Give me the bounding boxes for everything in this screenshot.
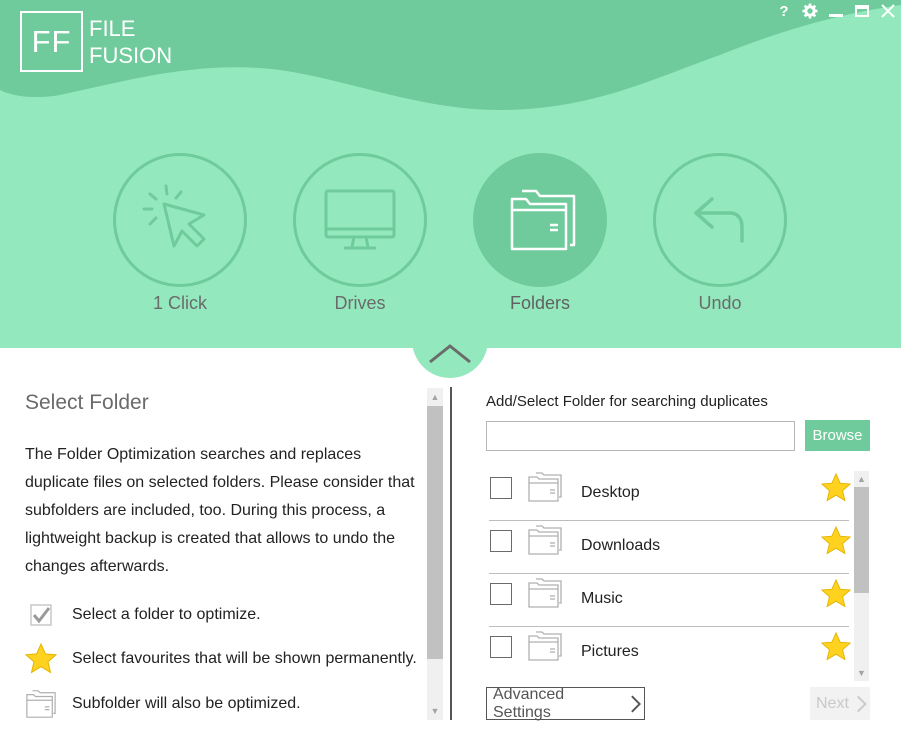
panel-title: Select Folder bbox=[25, 391, 149, 414]
folder-icon bbox=[528, 631, 562, 661]
mode-undo-label: Undo bbox=[698, 293, 742, 313]
mode-folders-label: Folders bbox=[509, 293, 571, 313]
minimize-icon[interactable] bbox=[827, 2, 845, 20]
logo-line-1: FILE bbox=[89, 15, 136, 41]
folder-row-music[interactable]: Music bbox=[489, 574, 851, 627]
folder-name: Downloads bbox=[581, 537, 661, 554]
folder-input-label: Add/Select Folder for searching duplicat… bbox=[486, 393, 768, 410]
panel-divider bbox=[450, 387, 452, 720]
star-icon bbox=[25, 643, 57, 675]
folder-list-scrollbar[interactable]: ▲ ▼ bbox=[854, 471, 869, 681]
next-button[interactable]: Next bbox=[810, 687, 870, 720]
monitor-icon bbox=[324, 189, 396, 250]
window-controls: ? bbox=[775, 2, 897, 20]
logo-mark: FF bbox=[20, 11, 83, 72]
star-icon[interactable] bbox=[821, 632, 851, 662]
legend-item-select: Select a folder to optimize. bbox=[25, 599, 261, 631]
panel-description: The Folder Optimization searches and rep… bbox=[25, 446, 415, 575]
gear-icon[interactable] bbox=[801, 2, 819, 20]
legend-text: Select favourites that will be shown per… bbox=[72, 650, 417, 667]
folder-row-pictures[interactable]: Pictures bbox=[489, 627, 851, 678]
close-icon[interactable] bbox=[879, 2, 897, 20]
scrollbar-thumb[interactable] bbox=[854, 487, 869, 593]
folder-checkbox[interactable] bbox=[490, 583, 512, 605]
folder-checkbox[interactable] bbox=[490, 530, 512, 552]
folder-checkbox[interactable] bbox=[490, 636, 512, 658]
undo-arrow-icon bbox=[694, 197, 744, 243]
help-icon[interactable]: ? bbox=[775, 2, 793, 20]
folder-icon bbox=[528, 578, 562, 608]
header-banner: FF FILE FUSION ? 1 Click Drives Folders … bbox=[0, 0, 901, 348]
cursor-click-icon bbox=[142, 184, 206, 248]
folder-checkbox[interactable] bbox=[490, 477, 512, 499]
scroll-down-icon[interactable]: ▼ bbox=[854, 666, 869, 680]
legend-item-subfolder: Subfolder will also be optimized. bbox=[25, 688, 301, 720]
folder-icon bbox=[528, 525, 562, 555]
star-icon[interactable] bbox=[821, 526, 851, 556]
star-icon[interactable] bbox=[821, 473, 851, 503]
folder-name: Desktop bbox=[581, 484, 640, 501]
folder-icon bbox=[25, 688, 57, 720]
logo-wordmark: FILE FUSION bbox=[89, 15, 172, 69]
folder-path-input[interactable] bbox=[486, 421, 795, 451]
mode-1-click-circle bbox=[113, 153, 247, 287]
mode-folders[interactable]: Folders bbox=[473, 153, 607, 314]
mode-undo[interactable]: Undo bbox=[653, 153, 787, 314]
mode-drives-circle bbox=[293, 153, 427, 287]
legend-text: Subfolder will also be optimized. bbox=[72, 695, 301, 712]
folder-row-desktop[interactable]: Desktop bbox=[489, 468, 851, 521]
legend-text: Select a folder to optimize. bbox=[72, 606, 261, 623]
mode-drives-label: Drives bbox=[334, 293, 386, 313]
legend-item-favourite: Select favourites that will be shown per… bbox=[25, 643, 417, 675]
folder-list: Desktop Downloads Music Pictures bbox=[486, 468, 851, 678]
mode-drives[interactable]: Drives bbox=[293, 153, 427, 314]
star-icon[interactable] bbox=[821, 579, 851, 609]
mode-folders-circle bbox=[473, 153, 607, 287]
folder-icon bbox=[528, 472, 562, 502]
folders-icon bbox=[510, 189, 576, 251]
folder-row-downloads[interactable]: Downloads bbox=[489, 521, 851, 574]
chevron-right-icon bbox=[630, 695, 641, 712]
checkmark-icon bbox=[25, 599, 57, 631]
info-panel-scrollbar[interactable]: ▲ ▼ bbox=[427, 388, 443, 720]
scroll-up-icon[interactable]: ▲ bbox=[427, 390, 443, 404]
next-label: Next bbox=[816, 694, 849, 712]
maximize-icon[interactable] bbox=[853, 2, 871, 20]
folder-name: Pictures bbox=[581, 643, 639, 660]
app-logo: FF FILE FUSION bbox=[20, 11, 172, 72]
mode-undo-circle bbox=[653, 153, 787, 287]
info-panel: Select Folder The Folder Optimization se… bbox=[0, 348, 445, 730]
chevron-right-icon bbox=[856, 695, 867, 712]
scroll-up-icon[interactable]: ▲ bbox=[854, 472, 869, 486]
folder-name: Music bbox=[581, 590, 623, 607]
logo-line-2: FUSION bbox=[89, 42, 173, 68]
scroll-down-icon[interactable]: ▼ bbox=[427, 704, 443, 718]
advanced-settings-label: Advanced Settings bbox=[493, 685, 565, 721]
advanced-settings-button[interactable]: Advanced Settings bbox=[486, 685, 645, 721]
browse-button[interactable]: Browse bbox=[805, 420, 870, 451]
mode-1-click[interactable]: 1 Click bbox=[113, 153, 247, 314]
scrollbar-thumb[interactable] bbox=[427, 406, 443, 659]
mode-1-click-label: 1 Click bbox=[152, 293, 207, 313]
